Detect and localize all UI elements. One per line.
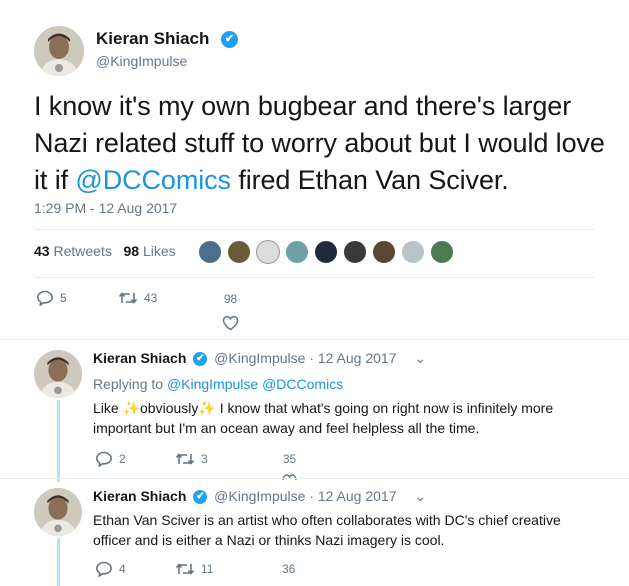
heart-icon [222, 315, 239, 331]
thread-connector [57, 400, 60, 482]
like-button[interactable]: 36 [282, 562, 295, 576]
sparkles-icon: ✨ [198, 400, 216, 416]
mention-link[interactable]: @DCComics [75, 165, 231, 195]
replying-to-mentions[interactable]: @KingImpulse @DCComics [167, 376, 343, 392]
reply-header: Kieran Shiach ✔ @KingImpulse · 12 Aug 20… [93, 350, 426, 367]
author-name[interactable]: Kieran Shiach [96, 29, 209, 49]
retweet-button[interactable]: 3 [175, 451, 208, 467]
reply-count: 2 [119, 452, 126, 466]
author-handle[interactable]: @KingImpulse [214, 350, 305, 366]
reply-text-part: obviously [140, 400, 199, 416]
verified-badge-icon: ✔ [221, 31, 238, 48]
profile-photo-icon [34, 488, 82, 536]
reply-header: Kieran Shiach ✔ @KingImpulse · 12 Aug 20… [93, 488, 426, 505]
like-count: 35 [282, 452, 297, 466]
retweet-count: 43 [144, 291, 158, 305]
like-count: 36 [282, 562, 296, 576]
reply-icon [95, 451, 113, 467]
reply-count: 4 [119, 562, 126, 576]
profile-photo-icon [34, 26, 84, 76]
thread-connector [57, 538, 60, 586]
liker-avatar[interactable] [372, 240, 396, 264]
reply-icon [95, 561, 113, 577]
divider [0, 478, 629, 479]
author-name[interactable]: Kieran Shiach [93, 488, 186, 504]
reply-text: Ethan Van Sciver is an artist who often … [93, 512, 561, 548]
retweet-count: 11 [201, 562, 214, 576]
likes-count: 98 [123, 243, 140, 259]
main-tweet-avatar[interactable] [34, 26, 84, 76]
like-button[interactable]: 98 [222, 292, 239, 331]
retweet-icon [175, 563, 195, 575]
reply-date[interactable]: · 12 Aug 2017 [309, 488, 396, 504]
retweet-count: 3 [201, 452, 208, 466]
liker-avatar[interactable] [343, 240, 367, 264]
likes-label: Likes [142, 243, 176, 259]
engagement-stats: 43 Retweets 98 Likes [34, 243, 176, 259]
liker-avatar[interactable] [285, 240, 309, 264]
verified-badge-icon: ✔ [193, 352, 208, 367]
reply-date[interactable]: · 12 Aug 2017 [309, 350, 396, 366]
reply-count: 5 [60, 291, 67, 305]
author-name[interactable]: Kieran Shiach [93, 350, 186, 366]
retweet-icon [118, 292, 138, 304]
chevron-down-icon[interactable]: ⌄ [414, 488, 426, 505]
verified-badge-icon: ✔ [193, 490, 208, 505]
liker-avatar[interactable] [198, 240, 222, 264]
tweet-text-part: fired Ethan Van Sciver. [230, 165, 509, 195]
sparkles-icon: ✨ [122, 400, 141, 416]
like-count: 98 [223, 292, 238, 306]
reply-button[interactable]: 2 [95, 451, 126, 467]
reply-avatar[interactable] [34, 488, 82, 536]
liker-avatar[interactable] [401, 240, 425, 264]
author-handle[interactable]: @KingImpulse [214, 488, 305, 504]
heart-icon [282, 474, 297, 480]
retweet-button[interactable]: 43 [118, 290, 157, 306]
retweet-icon [175, 453, 195, 465]
replying-to: Replying to @KingImpulse @DCComics [93, 374, 583, 394]
retweets-label: Retweets [53, 243, 112, 259]
divider [0, 339, 629, 340]
retweets-count: 43 [34, 243, 50, 259]
retweets-stat[interactable]: 43 Retweets [34, 243, 112, 259]
author-handle[interactable]: @KingImpulse [96, 53, 187, 69]
reply-icon [36, 290, 54, 306]
like-button[interactable]: 35 [282, 452, 297, 480]
retweet-button[interactable]: 11 [175, 561, 213, 577]
liker-avatar[interactable] [256, 240, 280, 264]
reply-avatar[interactable] [34, 350, 82, 398]
liker-avatar[interactable] [227, 240, 251, 264]
liker-avatar[interactable] [430, 240, 454, 264]
reply-button[interactable]: 5 [36, 290, 67, 306]
reply-text: Like ✨obviously✨ I know that what's goin… [93, 398, 583, 438]
reply-button[interactable]: 4 [95, 561, 126, 577]
likes-stat[interactable]: 98 Likes [124, 243, 176, 259]
tweet-timestamp[interactable]: 1:29 PM - 12 Aug 2017 [34, 200, 177, 216]
divider [34, 229, 594, 230]
reply-text-part: Like [93, 400, 123, 416]
chevron-down-icon[interactable]: ⌄ [414, 350, 426, 367]
divider [34, 277, 594, 278]
tweet-text: I know it's my own bugbear and there's l… [34, 88, 614, 199]
replying-to-label: Replying to [93, 376, 164, 392]
profile-photo-icon [34, 350, 82, 398]
liker-avatar[interactable] [314, 240, 338, 264]
